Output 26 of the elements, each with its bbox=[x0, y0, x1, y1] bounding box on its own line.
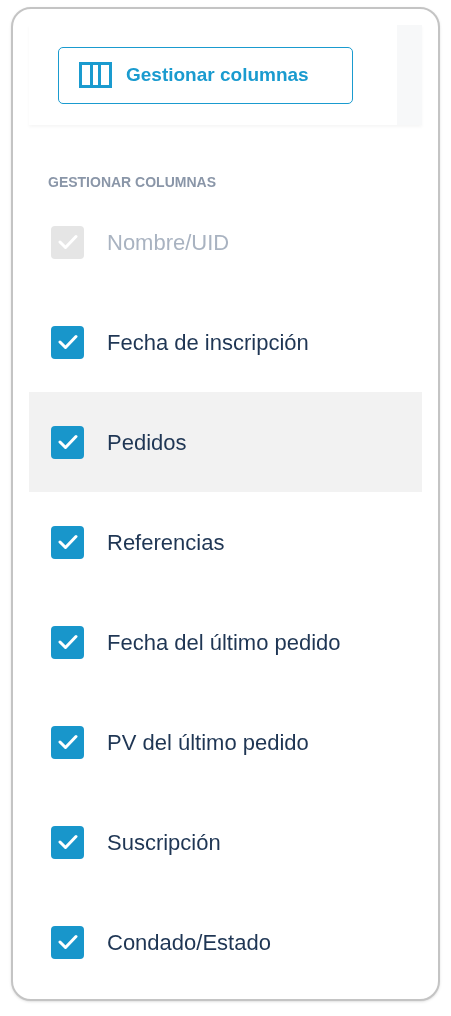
section-heading: GESTIONAR COLUMNAS bbox=[48, 173, 216, 192]
option-label: PV del último pedido bbox=[107, 728, 309, 757]
checkbox[interactable] bbox=[51, 825, 84, 859]
checkbox[interactable] bbox=[51, 725, 84, 759]
columns-icon bbox=[79, 62, 112, 88]
check-icon bbox=[57, 934, 78, 950]
check-icon bbox=[57, 234, 78, 250]
check-icon bbox=[57, 734, 78, 750]
checkbox[interactable] bbox=[51, 425, 84, 459]
option-label: Pedidos bbox=[107, 428, 187, 457]
option-label: Suscripción bbox=[107, 828, 221, 857]
check-icon bbox=[57, 334, 78, 350]
option-label: Fecha de inscripción bbox=[107, 328, 309, 357]
check-icon bbox=[57, 534, 78, 550]
checkbox[interactable] bbox=[51, 525, 84, 559]
option-label: Condado/Estado bbox=[107, 928, 271, 957]
checkbox[interactable] bbox=[51, 325, 84, 359]
check-icon bbox=[57, 634, 78, 650]
check-icon bbox=[57, 434, 78, 450]
checkbox[interactable] bbox=[51, 925, 84, 959]
check-icon bbox=[57, 834, 78, 850]
column-option[interactable]: Pedidos bbox=[29, 392, 422, 492]
option-label: Nombre/UID bbox=[107, 228, 230, 257]
option-label: Fecha del último pedido bbox=[107, 628, 341, 657]
checkbox[interactable] bbox=[51, 625, 84, 659]
option-label: Referencias bbox=[107, 528, 225, 557]
